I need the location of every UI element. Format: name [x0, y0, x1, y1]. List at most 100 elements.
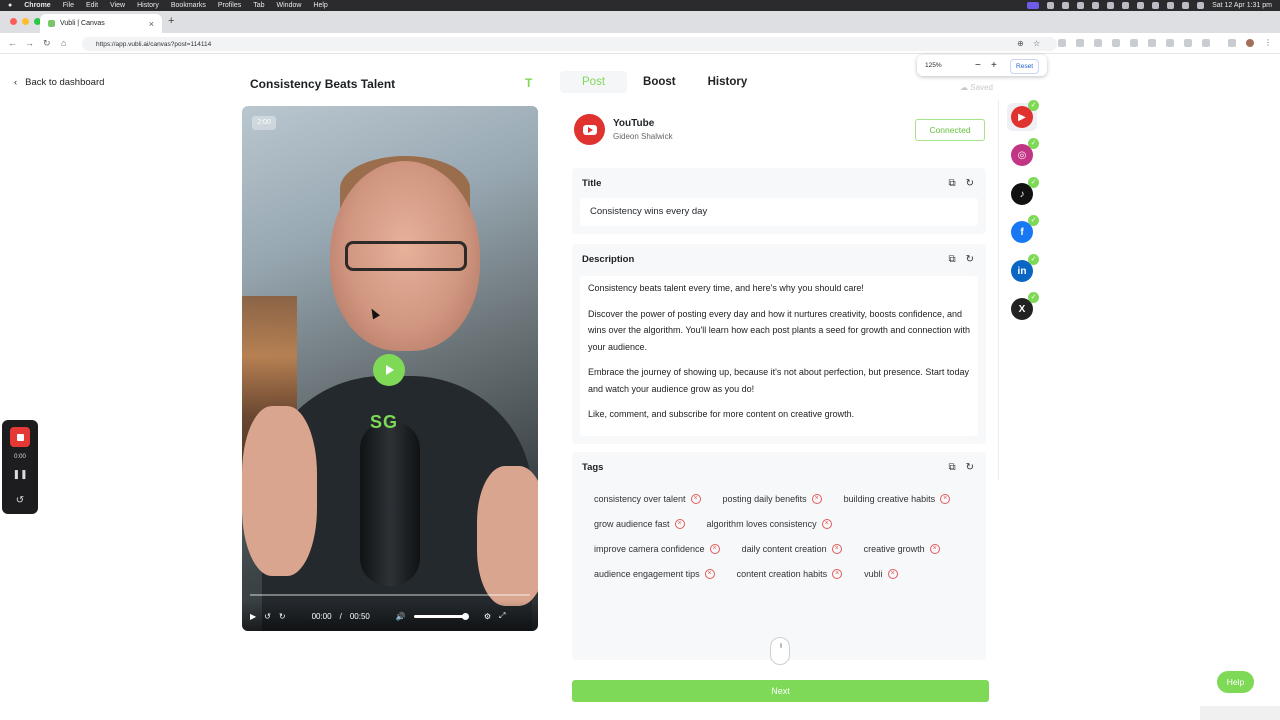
- extension-icon[interactable]: [1112, 39, 1120, 47]
- remove-tag-icon[interactable]: ×: [821, 519, 832, 529]
- extension-icon[interactable]: [1058, 39, 1066, 47]
- remove-tag-icon[interactable]: ×: [887, 569, 898, 579]
- tab-boost[interactable]: Boost: [627, 71, 692, 93]
- bookmark-star-icon[interactable]: ☆: [1033, 39, 1040, 48]
- title-field[interactable]: Consistency wins every day: [580, 198, 978, 226]
- home-icon[interactable]: ⌂: [61, 38, 66, 48]
- help-button[interactable]: Help: [1217, 671, 1254, 693]
- extensions-puzzle-icon[interactable]: [1202, 39, 1210, 47]
- status-icon[interactable]: [1107, 2, 1115, 9]
- scroll-indicator[interactable]: [770, 637, 790, 665]
- remove-tag-icon[interactable]: ×: [811, 494, 822, 504]
- status-icon[interactable]: [1077, 2, 1085, 9]
- copy-icon[interactable]: ⧉: [948, 178, 955, 189]
- extension-icon[interactable]: [1148, 39, 1156, 47]
- youtube-icon[interactable]: ▶ ✓: [1011, 100, 1039, 128]
- status-icon[interactable]: [1047, 2, 1055, 9]
- linkedin-icon[interactable]: in ✓: [1011, 254, 1039, 282]
- search-icon[interactable]: [1182, 2, 1190, 9]
- play-icon[interactable]: ▶: [250, 612, 256, 621]
- status-app-icon[interactable]: [1027, 2, 1040, 9]
- stop-recording-button[interactable]: [10, 427, 30, 447]
- battery-icon[interactable]: [1152, 2, 1160, 9]
- next-button[interactable]: Next: [572, 680, 989, 702]
- menu-app[interactable]: Chrome: [24, 2, 50, 9]
- menu-window[interactable]: Window: [277, 2, 302, 9]
- menu-profiles[interactable]: Profiles: [218, 2, 241, 9]
- close-tab-icon[interactable]: ×: [149, 19, 154, 29]
- apple-icon[interactable]: ●: [8, 2, 12, 9]
- connected-status-button[interactable]: Connected: [915, 119, 985, 141]
- remove-tag-icon[interactable]: ×: [929, 544, 940, 554]
- menu-edit[interactable]: Edit: [86, 2, 98, 9]
- menu-history[interactable]: History: [137, 2, 159, 9]
- tab-history[interactable]: History: [692, 71, 764, 93]
- text-style-icon[interactable]: T: [525, 76, 532, 90]
- menu-help[interactable]: Help: [313, 2, 327, 9]
- tag-chip: content creation habits ×: [729, 567, 851, 581]
- menubar-clock[interactable]: Sat 12 Apr 1:31 pm: [1212, 2, 1272, 9]
- zoom-out-button[interactable]: −: [975, 60, 981, 71]
- fullscreen-icon[interactable]: ⤢: [499, 611, 505, 621]
- close-window-button[interactable]: [10, 18, 17, 25]
- tiktok-icon[interactable]: ♪ ✓: [1011, 177, 1039, 205]
- extension-icon[interactable]: [1184, 39, 1192, 47]
- menu-tab[interactable]: Tab: [253, 2, 264, 9]
- extension-icon[interactable]: [1166, 39, 1174, 47]
- reload-icon[interactable]: ↻: [43, 38, 51, 49]
- instagram-icon[interactable]: ◎ ✓: [1011, 138, 1039, 166]
- regenerate-icon[interactable]: ↻: [966, 178, 974, 189]
- video-player[interactable]: 2:00 SG ▶ ↺ ↻ 00:00 / 00:50 🔊 ⚙ ⤢: [242, 106, 538, 631]
- remove-tag-icon[interactable]: ×: [704, 569, 715, 579]
- control-center-icon[interactable]: [1197, 2, 1205, 9]
- back-arrow-icon[interactable]: ←: [8, 38, 17, 48]
- settings-gear-icon[interactable]: ⚙: [484, 612, 491, 621]
- sidebar-icon[interactable]: [1228, 39, 1236, 47]
- regenerate-icon[interactable]: ↻: [966, 462, 974, 473]
- menu-bookmarks[interactable]: Bookmarks: [171, 2, 206, 9]
- new-tab-button[interactable]: +: [168, 15, 174, 27]
- regenerate-icon[interactable]: ↻: [966, 254, 974, 265]
- remove-tag-icon[interactable]: ×: [832, 569, 843, 579]
- volume-slider[interactable]: [413, 612, 469, 620]
- remove-tag-icon[interactable]: ×: [690, 494, 701, 504]
- wifi-icon[interactable]: [1167, 2, 1175, 9]
- status-icon[interactable]: [1122, 2, 1130, 9]
- status-icon[interactable]: [1062, 2, 1070, 9]
- rewind-10-icon[interactable]: ↺: [264, 612, 271, 621]
- copy-icon[interactable]: ⧉: [948, 462, 955, 473]
- volume-icon[interactable]: 🔊: [396, 612, 406, 621]
- time-total: 00:50: [349, 611, 370, 621]
- menu-kebab-icon[interactable]: ⋮: [1264, 39, 1272, 47]
- extension-icon[interactable]: [1094, 39, 1102, 47]
- status-icon[interactable]: [1137, 2, 1145, 9]
- browser-tab[interactable]: Vubli | Canvas ×: [40, 14, 162, 33]
- forward-10-icon[interactable]: ↻: [279, 612, 286, 621]
- description-field[interactable]: Consistency beats talent every time, and…: [580, 276, 978, 436]
- x-icon[interactable]: X ✓: [1011, 292, 1039, 320]
- menu-view[interactable]: View: [110, 2, 125, 9]
- address-bar[interactable]: https://app.vubli.ai/canvas?post=114114 …: [82, 37, 1057, 51]
- extension-icon[interactable]: [1076, 39, 1084, 47]
- extension-icon[interactable]: [1130, 39, 1138, 47]
- copy-icon[interactable]: ⧉: [948, 254, 955, 265]
- remove-tag-icon[interactable]: ×: [709, 544, 720, 554]
- zoom-reset-button[interactable]: Reset: [1010, 59, 1039, 74]
- facebook-icon[interactable]: f ✓: [1011, 215, 1039, 243]
- status-icon[interactable]: [1092, 2, 1100, 9]
- remove-tag-icon[interactable]: ×: [674, 519, 685, 529]
- tab-post[interactable]: Post: [560, 71, 628, 93]
- restart-recording-icon[interactable]: ↺: [2, 495, 38, 506]
- zoom-in-button[interactable]: +: [991, 60, 997, 71]
- pause-recording-icon[interactable]: ❚❚: [2, 469, 38, 480]
- play-overlay-button[interactable]: [373, 354, 405, 386]
- forward-arrow-icon[interactable]: →: [25, 38, 34, 48]
- video-progress-bar[interactable]: [250, 594, 530, 596]
- menu-file[interactable]: File: [63, 2, 74, 9]
- zoom-icon[interactable]: ⊕: [1017, 39, 1024, 48]
- remove-tag-icon[interactable]: ×: [940, 494, 951, 504]
- back-to-dashboard-link[interactable]: ‹ Back to dashboard: [14, 77, 104, 88]
- minimize-window-button[interactable]: [22, 18, 29, 25]
- profile-avatar[interactable]: [1246, 39, 1254, 47]
- remove-tag-icon[interactable]: ×: [831, 544, 842, 554]
